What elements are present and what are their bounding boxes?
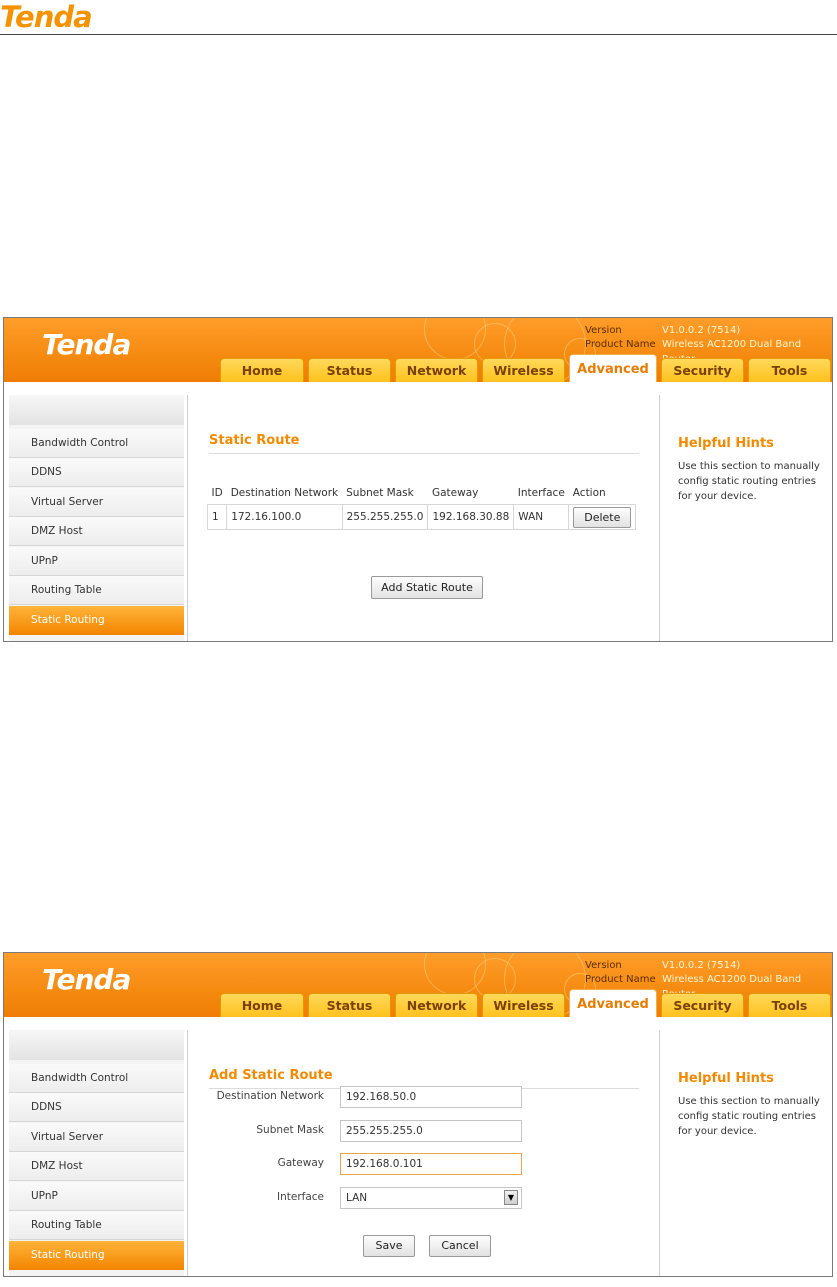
helpful-hints-text: Use this section to manually config stat… <box>678 461 820 502</box>
header-divider <box>0 34 837 35</box>
sidebar-item-dmz-host[interactable]: DMZ Host <box>9 1152 184 1181</box>
version-label: Version <box>585 960 622 971</box>
tab-security[interactable]: Security <box>661 358 744 382</box>
add-static-route-button[interactable]: Add Static Route <box>371 576 483 599</box>
destination-network-input[interactable]: 192.168.50.0 <box>340 1086 522 1108</box>
product-name-label: Product Name <box>585 974 656 985</box>
sidebar-item-ddns[interactable]: DDNS <box>9 1093 184 1122</box>
page-header: Tenda <box>0 0 837 36</box>
delete-button[interactable]: Delete <box>573 506 632 528</box>
gateway-input[interactable]: 192.168.0.101 <box>340 1153 522 1175</box>
tab-home[interactable]: Home <box>220 993 304 1017</box>
page-title: Add Static Route <box>209 1068 333 1083</box>
helpful-hints-text: Use this section to manually config stat… <box>678 1096 820 1137</box>
sidebar-item-static-routing[interactable]: Static Routing <box>9 606 184 635</box>
cell-destination: 172.16.100.0 <box>226 504 343 530</box>
version-value: V1.0.0.2 (7514) <box>662 960 741 971</box>
subnet-mask-label: Subnet Mask <box>256 1124 324 1136</box>
sidebar-item-upnp[interactable]: UPnP <box>9 1182 184 1211</box>
sidebar-item-upnp[interactable]: UPnP <box>9 547 184 576</box>
page-title: Static Route <box>209 433 300 448</box>
tab-status[interactable]: Status <box>308 358 391 382</box>
tab-tools[interactable]: Tools <box>748 358 831 382</box>
sidebar-item-dmz-host[interactable]: DMZ Host <box>9 517 184 546</box>
helpful-hints-title: Helpful Hints <box>678 436 774 451</box>
cell-id: 1 <box>206 504 228 530</box>
gateway-label: Gateway <box>277 1157 324 1169</box>
cell-mask: 255.255.255.0 <box>341 504 429 530</box>
add-static-route-screenshot: Tenda Version V1.0.0.2 (7514) Product Na… <box>3 952 833 1277</box>
sidebar-item-routing-table[interactable]: Routing Table <box>9 576 184 605</box>
interface-select[interactable]: LAN ▼ <box>340 1187 522 1209</box>
sidebar-item-virtual-server[interactable]: Virtual Server <box>9 488 184 517</box>
column-header-action: Action <box>568 482 636 505</box>
sidebar-item-virtual-server[interactable]: Virtual Server <box>9 1123 184 1152</box>
save-button[interactable]: Save <box>363 1235 415 1257</box>
sidebar: Bandwidth Control DDNS Virtual Server DM… <box>9 395 184 641</box>
version-label: Version <box>585 325 622 336</box>
product-name-label: Product Name <box>585 339 656 350</box>
column-header-destination: Destination Network <box>226 482 343 505</box>
sidebar-item-routing-table[interactable]: Routing Table <box>9 1211 184 1240</box>
sidebar-header <box>9 395 184 425</box>
cancel-button[interactable]: Cancel <box>429 1235 491 1257</box>
column-header-interface: Interface <box>513 482 569 505</box>
interface-label: Interface <box>276 1191 324 1203</box>
version-value: V1.0.0.2 (7514) <box>662 325 741 336</box>
tab-tools[interactable]: Tools <box>748 993 831 1017</box>
tab-advanced[interactable]: Advanced <box>569 354 657 382</box>
sidebar-header <box>9 1030 184 1060</box>
sidebar: Bandwidth Control DDNS Virtual Server DM… <box>9 1030 184 1276</box>
sidebar-item-ddns[interactable]: DDNS <box>9 458 184 487</box>
subnet-mask-input[interactable]: 255.255.255.0 <box>340 1120 522 1142</box>
title-divider <box>209 453 639 454</box>
cell-action: Delete <box>568 504 637 530</box>
sidebar-item-bandwidth-control[interactable]: Bandwidth Control <box>9 429 184 458</box>
tab-wireless[interactable]: Wireless <box>482 358 565 382</box>
router-logo: Tenda <box>42 328 131 361</box>
cell-gateway: 192.168.30.88 <box>427 504 515 530</box>
interface-selected-value: LAN <box>346 1192 368 1204</box>
sidebar-item-bandwidth-control[interactable]: Bandwidth Control <box>9 1064 184 1093</box>
tab-network[interactable]: Network <box>395 993 478 1017</box>
tab-status[interactable]: Status <box>308 993 391 1017</box>
dropdown-arrow-icon[interactable]: ▼ <box>504 1190 518 1205</box>
destination-network-label: Destination Network <box>216 1090 324 1102</box>
tab-advanced[interactable]: Advanced <box>569 989 657 1017</box>
tab-wireless[interactable]: Wireless <box>482 993 565 1017</box>
column-header-mask: Subnet Mask <box>342 482 428 505</box>
static-route-table: ID Destination Network Subnet Mask Gatew… <box>206 482 637 530</box>
column-header-gateway: Gateway <box>427 482 514 505</box>
helpful-hints-title: Helpful Hints <box>678 1071 774 1086</box>
column-header-id: ID <box>207 482 227 505</box>
cell-interface: WAN <box>513 504 570 530</box>
sidebar-item-static-routing[interactable]: Static Routing <box>9 1241 184 1270</box>
tab-security[interactable]: Security <box>661 993 744 1017</box>
router-logo: Tenda <box>42 963 131 996</box>
tab-home[interactable]: Home <box>220 358 304 382</box>
static-route-screenshot: Tenda Version V1.0.0.2 (7514) Product Na… <box>3 317 833 642</box>
table-row: 1 172.16.100.0 255.255.255.0 192.168.30.… <box>206 504 637 530</box>
tenda-logo: Tenda <box>0 0 93 34</box>
tab-network[interactable]: Network <box>395 358 478 382</box>
